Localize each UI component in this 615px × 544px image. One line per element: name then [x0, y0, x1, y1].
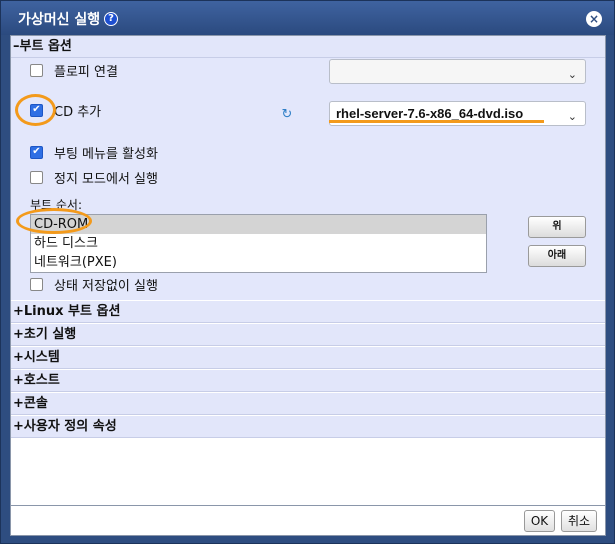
chevron-down-icon: ⌄ [567, 111, 577, 123]
help-icon[interactable]: ? [104, 12, 118, 26]
section-console[interactable]: +콘솔 [11, 393, 605, 415]
refresh-icon[interactable]: ↻ [280, 108, 294, 122]
floppy-row: 플로피 연결 [30, 61, 118, 80]
section-host[interactable]: +호스트 [11, 370, 605, 392]
dialog-content: –부트 옵션 플로피 연결 ⌄ ✔ CD 추가 ↻ rhel-server-7.… [10, 35, 606, 506]
section-custom-properties[interactable]: +사용자 정의 속성 [11, 416, 605, 438]
boot-options-panel: –부트 옵션 플로피 연결 ⌄ ✔ CD 추가 ↻ rhel-server-7.… [11, 36, 605, 300]
boot-menu-checkbox[interactable]: ✔ [30, 145, 43, 159]
cancel-button[interactable]: 취소 [561, 510, 597, 532]
boot-order-list[interactable]: CD-ROM 하드 디스크 네트워크(PXE) [30, 214, 487, 273]
dialog-title: 가상머신 실행 [18, 12, 101, 28]
floppy-label: 플로피 연결 [54, 64, 118, 80]
annotation-underline-iso [329, 120, 544, 123]
floppy-checkbox[interactable] [30, 63, 43, 77]
chevron-down-icon: ⌄ [567, 69, 577, 81]
stateless-checkbox[interactable] [30, 277, 43, 291]
close-icon[interactable]: × [586, 11, 602, 27]
section-system[interactable]: +시스템 [11, 347, 605, 369]
stateless-label: 상태 저장없이 실행 [54, 278, 158, 294]
stateless-row: 상태 저장없이 실행 [30, 275, 158, 294]
run-vm-dialog: 가상머신 실행 ? × –부트 옵션 플로피 연결 ⌄ ✔ CD 추가 ↻ rh… [0, 0, 615, 544]
boot-menu-row: ✔ 부팅 메뉴를 활성화 [30, 143, 158, 162]
pause-mode-checkbox[interactable] [30, 170, 43, 184]
list-item[interactable]: 하드 디스크 [31, 234, 486, 253]
section-boot-options[interactable]: –부트 옵션 [11, 36, 605, 58]
annotation-circle-cdrom [16, 208, 92, 234]
section-initial-run[interactable]: +초기 실행 [11, 324, 605, 346]
boot-menu-label: 부팅 메뉴를 활성화 [54, 146, 158, 162]
list-item[interactable]: CD-ROM [31, 215, 486, 234]
floppy-select[interactable]: ⌄ [329, 59, 586, 84]
pause-mode-label: 정지 모드에서 실행 [54, 171, 158, 187]
section-linux-boot[interactable]: +Linux 부트 옵션 [11, 301, 605, 323]
move-up-button[interactable]: 위 [528, 216, 586, 238]
list-item[interactable]: 네트워크(PXE) [31, 253, 486, 272]
annotation-circle-cd [15, 94, 56, 126]
move-down-button[interactable]: 아래 [528, 245, 586, 267]
dialog-footer: OK 취소 [10, 506, 606, 536]
pause-mode-row: 정지 모드에서 실행 [30, 168, 158, 187]
iso-select-value: rhel-server-7.6-x86_64-dvd.iso [336, 106, 524, 121]
cd-label: CD 추가 [54, 104, 102, 120]
dialog-titlebar: 가상머신 실행 ? × [1, 1, 614, 35]
ok-button[interactable]: OK [524, 510, 555, 532]
